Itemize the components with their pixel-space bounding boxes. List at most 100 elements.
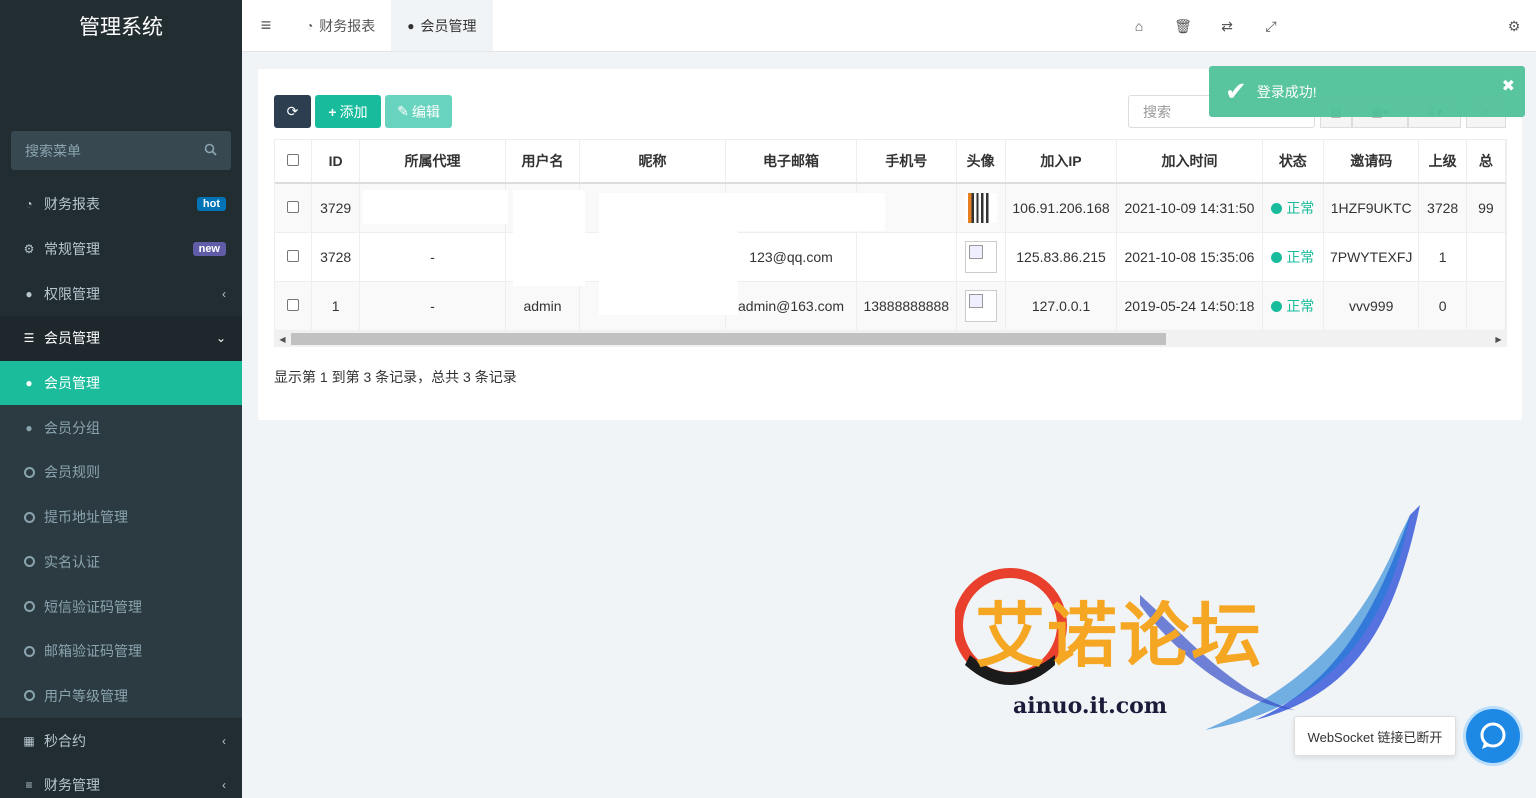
scroll-left-icon[interactable]: ◀ bbox=[274, 331, 291, 347]
cogs-icon: ⚙ bbox=[23, 242, 35, 257]
dashboard-icon: ◔ bbox=[25, 197, 33, 212]
redaction-mask bbox=[599, 193, 738, 315]
row-checkbox[interactable] bbox=[287, 299, 300, 312]
sidebar-item-withdraw-address[interactable]: 提币地址管理 bbox=[0, 494, 242, 540]
menu-search-input[interactable]: 搜索菜单 bbox=[11, 131, 231, 170]
chat-button[interactable] bbox=[1466, 709, 1520, 763]
horizontal-scrollbar[interactable]: ◀ ▶ bbox=[274, 331, 1507, 347]
sidebar-item-member-rule[interactable]: 会员规则 bbox=[0, 450, 242, 495]
translate-icon[interactable]: ⇄ bbox=[1205, 18, 1249, 35]
home-icon[interactable]: ⌂ bbox=[1117, 18, 1161, 34]
content-panel: ⟳ +添加 ✎编辑 搜索 ▤ ▦▾ ⇩▾ ⌕ ID 所属代理 用户名 昵称 电子… bbox=[258, 69, 1522, 420]
sidebar-item-member-group[interactable]: ● 会员分组 bbox=[0, 405, 242, 451]
sidebar-item-contract[interactable]: ▦ 秒合约 ‹ bbox=[0, 718, 242, 763]
calendar-icon: ▦ bbox=[23, 733, 35, 748]
data-table-container: ID 所属代理 用户名 昵称 电子邮箱 手机号 头像 加入IP 加入时间 状态 … bbox=[274, 139, 1507, 331]
sidebar-item-label: 秒合约 bbox=[44, 732, 86, 749]
cell-mobile bbox=[856, 231, 957, 282]
status-badge[interactable]: 正常 bbox=[1286, 249, 1314, 265]
cell-total bbox=[1466, 281, 1506, 330]
sidebar-item-finance[interactable]: ≡ 财务管理 ‹ bbox=[0, 763, 242, 798]
column-header-email[interactable]: 电子邮箱 bbox=[725, 140, 858, 184]
avatar[interactable] bbox=[964, 290, 997, 323]
cell-email: admin@163.com bbox=[725, 281, 858, 330]
add-button[interactable]: + 添加 bbox=[315, 95, 381, 128]
column-header-mobile[interactable]: 手机号 bbox=[856, 140, 957, 184]
row-select-cell bbox=[275, 281, 313, 330]
sidebar-item-email-code[interactable]: 邮箱验证码管理 bbox=[0, 628, 242, 674]
column-header-total[interactable]: 总 bbox=[1466, 140, 1506, 184]
cell-total bbox=[1466, 231, 1506, 282]
column-header-invite[interactable]: 邀请码 bbox=[1323, 140, 1420, 184]
sidebar-item-label: 实名认证 bbox=[44, 553, 100, 570]
refresh-button[interactable]: ⟳ bbox=[274, 95, 311, 128]
tab-dashboard[interactable]: ◔ 财务报表 bbox=[290, 0, 391, 51]
sidebar-item-member[interactable]: ☰ 会员管理 ⌄ bbox=[0, 316, 242, 361]
status-dot-icon bbox=[1271, 301, 1283, 313]
edit-button-label: 编辑 bbox=[411, 103, 440, 120]
sidebar-item-auth[interactable]: ● 权限管理 ‹ bbox=[0, 271, 242, 316]
column-header-status[interactable]: 状态 bbox=[1262, 140, 1324, 184]
fullscreen-icon[interactable]: ⤢ bbox=[1249, 18, 1293, 35]
sidebar-toggle-icon[interactable]: ≡ bbox=[242, 0, 290, 51]
sidebar-item-general[interactable]: ⚙ 常规管理 new bbox=[0, 227, 242, 272]
search-icon[interactable] bbox=[204, 143, 217, 159]
sidebar-item-user-level[interactable]: 用户等级管理 bbox=[0, 673, 242, 719]
sidebar-item-sms-code[interactable]: 短信验证码管理 bbox=[0, 584, 242, 629]
column-header-joinip[interactable]: 加入IP bbox=[1005, 140, 1118, 184]
cell-parent: 1 bbox=[1418, 231, 1467, 282]
cell-id: 3728 bbox=[311, 231, 360, 282]
status-dot-icon bbox=[1271, 251, 1283, 263]
redaction-mask bbox=[513, 190, 585, 286]
sidebar-item-label: 短信验证码管理 bbox=[44, 598, 142, 615]
sidebar-item-dashboard[interactable]: ◔ 财务报表 hot bbox=[0, 182, 242, 227]
cell-total: 99 bbox=[1466, 182, 1506, 233]
column-header-parent[interactable]: 上级 bbox=[1418, 140, 1467, 184]
table-row[interactable]: 3728 - 123@qq.com 125.83.86.215 2021-10-… bbox=[275, 231, 1506, 282]
edit-button[interactable]: ✎ 编辑 bbox=[385, 95, 452, 128]
column-header-id[interactable]: ID bbox=[311, 140, 360, 184]
sidebar-item-label: 财务报表 bbox=[44, 196, 100, 213]
row-select-cell bbox=[275, 182, 313, 233]
status-badge[interactable]: 正常 bbox=[1286, 200, 1314, 216]
column-header-nickname[interactable]: 昵称 bbox=[579, 140, 727, 184]
sidebar: 管理系统 搜索菜单 ◔ 财务报表 hot ⚙ 常规管理 new ● 权限管理 ‹ ☰ 会员管理… bbox=[0, 0, 242, 798]
status-badge[interactable]: 正常 bbox=[1286, 298, 1314, 314]
column-header-username[interactable]: 用户名 bbox=[505, 140, 580, 184]
users-icon: ● bbox=[25, 420, 33, 435]
avatar[interactable] bbox=[964, 240, 997, 273]
row-select-cell bbox=[275, 231, 313, 282]
trash-icon[interactable]: 🗑︎ bbox=[1161, 18, 1205, 35]
select-all-checkbox[interactable] bbox=[287, 154, 300, 166]
column-header-agent[interactable]: 所属代理 bbox=[359, 140, 507, 184]
close-icon[interactable]: ✖ bbox=[1502, 76, 1515, 96]
cell-parent: 0 bbox=[1418, 281, 1467, 330]
avatar[interactable] bbox=[964, 192, 997, 223]
gears-icon[interactable]: ⚙ bbox=[1492, 18, 1536, 35]
column-header-avatar[interactable]: 头像 bbox=[956, 140, 1006, 184]
cell-avatar bbox=[956, 182, 1006, 233]
settings-tools: ⚙ bbox=[1492, 0, 1536, 52]
chevron-down-icon: ⌄ bbox=[215, 331, 226, 346]
chevron-left-icon: ‹ bbox=[222, 778, 226, 793]
tab-label: 财务报表 bbox=[319, 17, 376, 34]
status-dot-icon bbox=[1271, 202, 1283, 214]
sidebar-item-realname[interactable]: 实名认证 bbox=[0, 539, 242, 585]
dashboard-icon: ◔ bbox=[306, 18, 314, 33]
scroll-right-icon[interactable]: ▶ bbox=[1490, 331, 1507, 347]
table-search-placeholder: 搜索 bbox=[1143, 103, 1171, 120]
brand-title[interactable]: 管理系统 bbox=[0, 0, 242, 52]
cell-avatar bbox=[956, 231, 1006, 282]
column-header-jointime[interactable]: 加入时间 bbox=[1116, 140, 1263, 184]
table-row[interactable]: 1 - admin admin@163.com 13888888888 127.… bbox=[275, 281, 1506, 330]
tab-member[interactable]: ● 会员管理 bbox=[391, 0, 493, 51]
toast-message: 登录成功! bbox=[1256, 83, 1317, 100]
pencil-icon: ✎ bbox=[397, 103, 409, 119]
sidebar-item-label: 会员管理 bbox=[44, 375, 100, 392]
cell-joinip: 106.91.206.168 bbox=[1005, 182, 1118, 233]
scrollbar-thumb[interactable] bbox=[291, 333, 1166, 345]
row-checkbox[interactable] bbox=[287, 200, 300, 213]
sidebar-item-member-manage[interactable]: ● 会员管理 bbox=[0, 360, 242, 406]
row-checkbox[interactable] bbox=[287, 249, 300, 262]
circle-icon bbox=[22, 689, 36, 703]
